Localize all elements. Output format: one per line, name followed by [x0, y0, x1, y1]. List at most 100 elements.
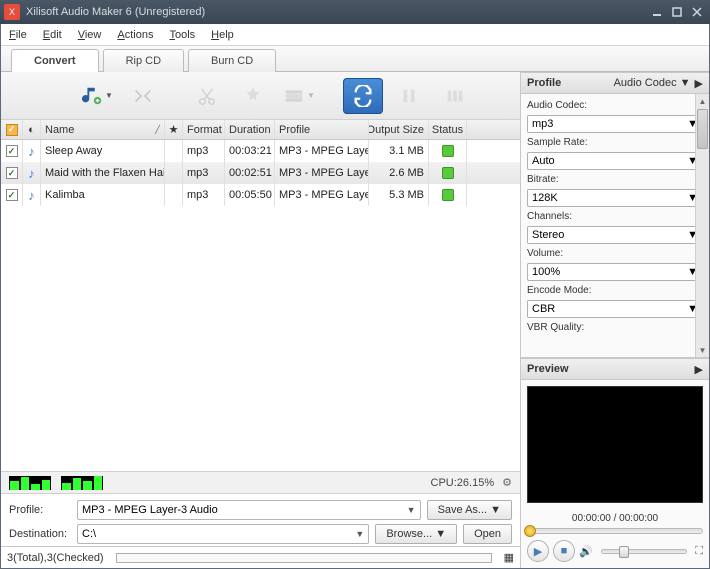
- channels-label: Channels:: [527, 211, 703, 222]
- profile-mode-combo[interactable]: Audio Codec ▼: [614, 77, 691, 89]
- status-ready-icon: [442, 189, 454, 201]
- music-icon: ♪: [28, 188, 35, 203]
- profile-scrollbar[interactable]: ▲▼: [695, 94, 709, 357]
- profile-combo[interactable]: MP3 - MPEG Layer-3 Audio▼: [77, 500, 421, 520]
- status-ready-icon: [442, 145, 454, 157]
- clip-button[interactable]: ▼: [279, 78, 319, 114]
- volume-icon[interactable]: 🔊: [579, 545, 593, 558]
- menu-actions[interactable]: Actions: [117, 29, 153, 41]
- audio-codec-label: Audio Codec:: [527, 100, 703, 111]
- cut-button[interactable]: [187, 78, 227, 114]
- header-favorite[interactable]: ★: [165, 120, 183, 139]
- bitrate-combo[interactable]: 128K▼: [527, 189, 703, 207]
- browse-button[interactable]: Browse...▼: [375, 524, 457, 544]
- audio-codec-combo[interactable]: mp3▼: [527, 115, 703, 133]
- sample-rate-combo[interactable]: Auto▼: [527, 152, 703, 170]
- effects-button[interactable]: [233, 78, 273, 114]
- header-check-all[interactable]: ✓: [1, 120, 23, 139]
- profile-panel-header: Profile Audio Codec ▼ ▶: [521, 72, 709, 94]
- titlebar: X Xilisoft Audio Maker 6 (Unregistered): [0, 0, 710, 24]
- row-checkbox[interactable]: ✓: [6, 145, 18, 157]
- vbr-quality-label: VBR Quality:: [527, 322, 703, 333]
- encode-mode-combo[interactable]: CBR▼: [527, 300, 703, 318]
- cell-profile: MP3 - MPEG Layer-3 ...: [275, 140, 369, 162]
- status-text: 3(Total),3(Checked): [7, 552, 104, 564]
- header-format[interactable]: Format: [183, 120, 225, 139]
- status-ready-icon: [442, 167, 454, 179]
- cpu-graph-icon: [61, 476, 103, 490]
- preview-seek-slider[interactable]: [527, 528, 703, 534]
- table-row[interactable]: ✓ ♪ Kalimba mp3 00:05:50 MP3 - MPEG Laye…: [1, 184, 520, 206]
- music-icon: ♪: [28, 144, 35, 159]
- menu-tools[interactable]: Tools: [169, 29, 195, 41]
- cell-size: 3.1 MB: [369, 140, 429, 162]
- profile-label: Profile:: [9, 504, 71, 516]
- destination-label: Destination:: [9, 528, 71, 540]
- cell-duration: 00:05:50: [225, 184, 275, 206]
- report-icon[interactable]: ▦: [504, 551, 514, 564]
- cell-name: Maid with the Flaxen Hair: [41, 162, 165, 184]
- grid-body[interactable]: ✓ ♪ Sleep Away mp3 00:03:21 MP3 - MPEG L…: [1, 140, 520, 471]
- tab-convert[interactable]: Convert: [11, 49, 99, 72]
- stop-preview-button[interactable]: ■: [553, 540, 575, 562]
- cell-name: Sleep Away: [41, 140, 165, 162]
- preview-expand-button[interactable]: ▶: [695, 363, 703, 376]
- menu-file[interactable]: File: [9, 29, 27, 41]
- profile-expand-button[interactable]: ▶: [695, 77, 703, 90]
- menu-view[interactable]: View: [78, 29, 102, 41]
- profile-settings: Audio Codec: mp3▼ Sample Rate: Auto▼ Bit…: [521, 94, 709, 339]
- menu-edit[interactable]: Edit: [43, 29, 62, 41]
- cell-size: 5.3 MB: [369, 184, 429, 206]
- remove-button[interactable]: [123, 78, 163, 114]
- header-name[interactable]: Name╱: [41, 120, 165, 139]
- toolbar: ▼ ▼: [1, 72, 520, 120]
- progress-bar: [116, 553, 492, 563]
- tabs: Convert Rip CD Burn CD: [1, 46, 709, 72]
- row-checkbox[interactable]: ✓: [6, 167, 18, 179]
- music-icon: ♪: [28, 166, 35, 181]
- stop-button[interactable]: [435, 78, 475, 114]
- header-output-size[interactable]: Output Size: [369, 120, 429, 139]
- save-as-button[interactable]: Save As...▼: [427, 500, 512, 520]
- cell-duration: 00:02:51: [225, 162, 275, 184]
- cell-format: mp3: [183, 140, 225, 162]
- row-checkbox[interactable]: ✓: [6, 189, 18, 201]
- header-duration[interactable]: Duration: [225, 120, 275, 139]
- preview-screen: [527, 386, 703, 503]
- window-title: Xilisoft Audio Maker 6 (Unregistered): [26, 6, 648, 18]
- add-file-button[interactable]: ▼: [77, 78, 117, 114]
- cell-format: mp3: [183, 162, 225, 184]
- snapshot-button[interactable]: ⛶: [695, 545, 703, 558]
- preview-panel-header: Preview ▶: [521, 358, 709, 380]
- cpu-settings-icon[interactable]: ⚙: [502, 476, 512, 489]
- volume-combo[interactable]: 100%▼: [527, 263, 703, 281]
- destination-combo[interactable]: C:\▼: [77, 524, 369, 544]
- open-button[interactable]: Open: [463, 524, 512, 544]
- tab-burn-cd[interactable]: Burn CD: [188, 49, 276, 72]
- cpu-bar: CPU:26.15% ⚙: [1, 471, 520, 493]
- convert-button[interactable]: [343, 78, 383, 114]
- play-button[interactable]: ▶: [527, 540, 549, 562]
- cpu-graph-icon: [9, 476, 51, 490]
- bottom-panel: Profile: MP3 - MPEG Layer-3 Audio▼ Save …: [1, 493, 520, 546]
- table-row[interactable]: ✓ ♪ Sleep Away mp3 00:03:21 MP3 - MPEG L…: [1, 140, 520, 162]
- cell-name: Kalimba: [41, 184, 165, 206]
- cell-size: 2.6 MB: [369, 162, 429, 184]
- cell-profile: MP3 - MPEG Layer-3 ...: [275, 184, 369, 206]
- header-status[interactable]: Status: [429, 120, 467, 139]
- pause-button[interactable]: [389, 78, 429, 114]
- header-profile[interactable]: Profile: [275, 120, 369, 139]
- menu-help[interactable]: Help: [211, 29, 234, 41]
- volume-slider[interactable]: [601, 549, 688, 554]
- close-button[interactable]: [688, 4, 706, 20]
- maximize-button[interactable]: [668, 4, 686, 20]
- tab-rip-cd[interactable]: Rip CD: [103, 49, 184, 72]
- bitrate-label: Bitrate:: [527, 174, 703, 185]
- table-row[interactable]: ✓ ♪ Maid with the Flaxen Hair mp3 00:02:…: [1, 162, 520, 184]
- minimize-button[interactable]: [648, 4, 666, 20]
- volume-label: Volume:: [527, 248, 703, 259]
- sample-rate-label: Sample Rate:: [527, 137, 703, 148]
- app-logo: X: [4, 4, 20, 20]
- header-type[interactable]: ◐: [23, 120, 41, 139]
- channels-combo[interactable]: Stereo▼: [527, 226, 703, 244]
